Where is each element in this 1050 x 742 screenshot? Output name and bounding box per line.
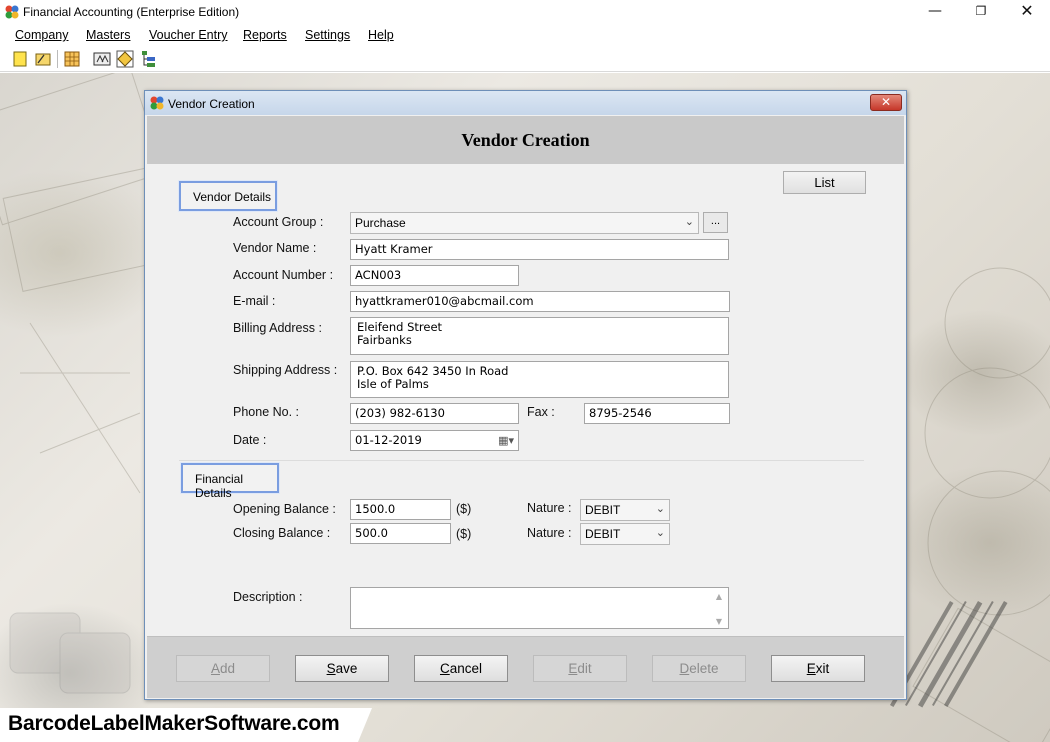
account-group-value: Purchase (355, 216, 406, 230)
add-button-label: dd (219, 661, 236, 676)
menu-help[interactable]: Help (368, 28, 394, 42)
fax-input[interactable]: 8795-2546 (584, 403, 730, 424)
dialog-header: Vendor Creation (147, 116, 904, 164)
closing-balance-label: Closing Balance : (233, 526, 331, 540)
account-group-select[interactable]: Purchase ⌄ (350, 212, 699, 234)
closing-balance-unit: ($) (456, 527, 472, 541)
chevron-down-icon: ⌄ (655, 526, 665, 539)
divider (179, 460, 864, 461)
cancel-button-label: ancel (449, 661, 483, 676)
maximize-button[interactable]: ❐ (958, 0, 1004, 24)
add-button[interactable]: Add (176, 655, 270, 682)
watermark-banner: BarcodeLabelMakerSoftware.com (0, 708, 372, 742)
close-button[interactable]: ✕ (1004, 0, 1050, 24)
exit-button-mnemonic: E (806, 661, 816, 676)
closing-nature-label: Nature : (527, 526, 572, 540)
save-button-label: ave (335, 661, 358, 676)
opening-nature-value: DEBIT (585, 503, 621, 517)
opening-nature-select[interactable]: DEBIT ⌄ (580, 499, 670, 521)
delete-button[interactable]: Delete (652, 655, 746, 682)
description-textarea[interactable]: ▲ ▼ (350, 587, 729, 629)
shipping-address-line-2: Isle of Palms (357, 377, 429, 391)
edit-button-label: dit (577, 661, 592, 676)
open-folder-icon[interactable] (34, 50, 52, 68)
calendar-icon[interactable]: ▦▾ (498, 433, 514, 448)
closing-nature-select[interactable]: DEBIT ⌄ (580, 523, 670, 545)
dialog-body: Vendor Details List Account Group : Purc… (147, 164, 904, 634)
grid-table-icon[interactable] (63, 50, 81, 68)
menu-voucher-entry[interactable]: Voucher Entry (149, 28, 228, 42)
page-title: Vendor Creation (461, 130, 590, 150)
dialog-close-button[interactable]: ✕ (870, 94, 902, 111)
app-titlebar: Financial Accounting (Enterprise Edition… (0, 0, 1050, 24)
delete-button-label: elete (689, 661, 719, 676)
description-label: Description : (233, 590, 303, 604)
list-button[interactable]: List (783, 171, 866, 194)
menu-settings[interactable]: Settings (305, 28, 350, 42)
app-logo-icon (5, 5, 19, 19)
vendor-name-input[interactable]: Hyatt Kramer (350, 239, 729, 260)
opening-nature-label: Nature : (527, 501, 572, 515)
dialog-title: Vendor Creation (168, 97, 255, 111)
phone-input[interactable]: (203) 982-6130 (350, 403, 519, 424)
phone-label: Phone No. : (233, 405, 300, 419)
account-group-browse-button[interactable]: ... (703, 212, 728, 233)
email-label: E-mail : (233, 294, 276, 308)
vendor-name-label: Vendor Name : (233, 241, 317, 255)
dialog-footer: Add Save Cancel Edit Delete Exit (147, 636, 904, 698)
closing-balance-input[interactable]: 500.0 (350, 523, 451, 544)
save-button-mnemonic: S (326, 661, 336, 676)
account-group-label: Account Group : (233, 215, 324, 229)
exit-button-label: xit (815, 661, 830, 676)
edit-button[interactable]: Edit (533, 655, 627, 682)
date-picker[interactable]: 01-12-2019 ▦▾ (350, 430, 519, 451)
dialog-logo-icon (150, 96, 164, 110)
dialog-titlebar[interactable]: Vendor Creation ✕ (145, 91, 906, 115)
financial-details-section-label: Financial Details (181, 463, 279, 500)
cancel-button[interactable]: Cancel (414, 655, 508, 682)
opening-balance-unit: ($) (456, 502, 472, 516)
menu-company[interactable]: Company (15, 28, 69, 42)
add-button-mnemonic: A (210, 661, 220, 676)
exit-button[interactable]: Exit (771, 655, 865, 682)
app-title: Financial Accounting (Enterprise Edition… (23, 5, 240, 19)
scroll-up-icon[interactable]: ▲ (712, 590, 726, 603)
shipping-address-label: Shipping Address : (233, 363, 338, 377)
date-label: Date : (233, 433, 267, 447)
account-number-input[interactable]: ACN003 (350, 265, 519, 286)
fax-label: Fax : (527, 405, 555, 419)
opening-balance-label: Opening Balance : (233, 502, 336, 516)
delete-button-mnemonic: D (679, 661, 690, 676)
opening-balance-input[interactable]: 1500.0 (350, 499, 451, 520)
billing-address-textarea[interactable]: Eleifend Street Fairbanks (350, 317, 729, 355)
description-scrollbar[interactable]: ▲ ▼ (712, 590, 726, 626)
vendor-creation-dialog: Vendor Creation ✕ Vendor Creation Vendor… (144, 90, 907, 700)
billing-address-label: Billing Address : (233, 321, 322, 335)
menu-masters[interactable]: Masters (86, 28, 130, 42)
diamond-icon[interactable] (116, 50, 134, 68)
new-document-icon[interactable] (11, 50, 29, 68)
cancel-button-mnemonic: C (439, 661, 450, 676)
chevron-down-icon: ⌄ (655, 502, 665, 515)
billing-address-line-2: Fairbanks (357, 333, 412, 347)
account-number-label: Account Number : (233, 268, 334, 282)
toolbar (0, 46, 1050, 72)
shipping-address-textarea[interactable]: P.O. Box 642 3450 In Road Isle of Palms (350, 361, 729, 398)
scroll-down-icon[interactable]: ▼ (712, 615, 726, 628)
toolbar-separator (57, 50, 58, 68)
menu-reports[interactable]: Reports (243, 28, 287, 42)
closing-nature-value: DEBIT (585, 527, 621, 541)
vendor-details-section-label: Vendor Details (179, 181, 277, 211)
email-input[interactable]: hyattkramer010@abcmail.com (350, 291, 730, 312)
minimize-button[interactable]: — (912, 0, 958, 24)
watermark-text: BarcodeLabelMakerSoftware.com (8, 712, 340, 735)
balance-scale-icon[interactable] (93, 50, 111, 68)
menu-bar: Company Masters Voucher Entry Reports Se… (0, 24, 1050, 46)
tree-icon[interactable] (139, 50, 157, 68)
chevron-down-icon: ⌄ (684, 215, 694, 228)
date-value: 01-12-2019 (355, 433, 422, 447)
save-button[interactable]: Save (295, 655, 389, 682)
